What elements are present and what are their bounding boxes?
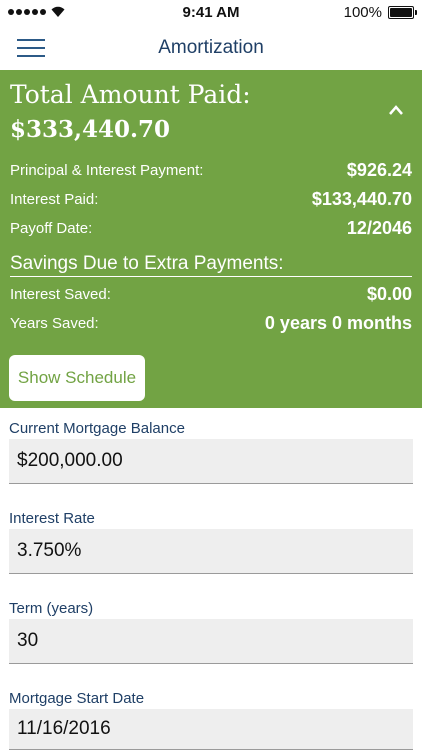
years-saved-row: Years Saved: 0 years 0 months — [10, 313, 412, 335]
row-value: $133,440.70 — [311, 189, 412, 209]
row-value: $926.24 — [346, 160, 412, 180]
nav-bar: Amortization — [0, 26, 422, 70]
show-schedule-button[interactable]: Show Schedule — [9, 355, 145, 401]
total-amount-value: $333,440.70 — [10, 116, 171, 143]
battery-icon — [388, 6, 417, 19]
interest-rate-label: Interest Rate — [9, 510, 95, 527]
row-label: Interest Saved: — [10, 286, 111, 303]
payoff-date-row: Payoff Date: 12/2046 — [10, 218, 412, 240]
row-value: 0 years 0 months — [264, 313, 412, 333]
interest-saved-row: Interest Saved: $0.00 — [10, 284, 412, 306]
row-label: Principal & Interest Payment: — [10, 162, 204, 179]
mortgage-balance-label: Current Mortgage Balance — [9, 420, 185, 437]
start-date-label: Mortgage Start Date — [9, 690, 145, 707]
total-amount-label: Total Amount Paid: — [10, 80, 251, 109]
row-label: Payoff Date: — [10, 220, 93, 237]
summary-panel: Total Amount Paid: $333,440.70 Principal… — [0, 70, 422, 408]
interest-paid-row: Interest Paid: $133,440.70 — [10, 189, 412, 211]
savings-title: Savings Due to Extra Payments: — [10, 253, 284, 274]
row-value: $0.00 — [366, 284, 412, 304]
battery-percentage: 100% — [343, 4, 382, 21]
mortgage-balance-field[interactable] — [9, 439, 413, 484]
chevron-up-icon[interactable] — [388, 104, 404, 116]
start-date-field[interactable] — [9, 709, 413, 750]
interest-rate-field[interactable] — [9, 529, 413, 574]
principal-interest-row: Principal & Interest Payment: $926.24 — [10, 160, 412, 182]
term-field[interactable] — [9, 619, 413, 664]
status-bar: 9:41 AM 100% — [0, 0, 422, 26]
row-label: Years Saved: — [10, 315, 99, 332]
row-label: Interest Paid: — [10, 191, 99, 208]
divider — [10, 276, 412, 277]
term-label: Term (years) — [9, 600, 94, 617]
page-title: Amortization — [158, 37, 264, 58]
row-value: 12/2046 — [346, 218, 412, 238]
